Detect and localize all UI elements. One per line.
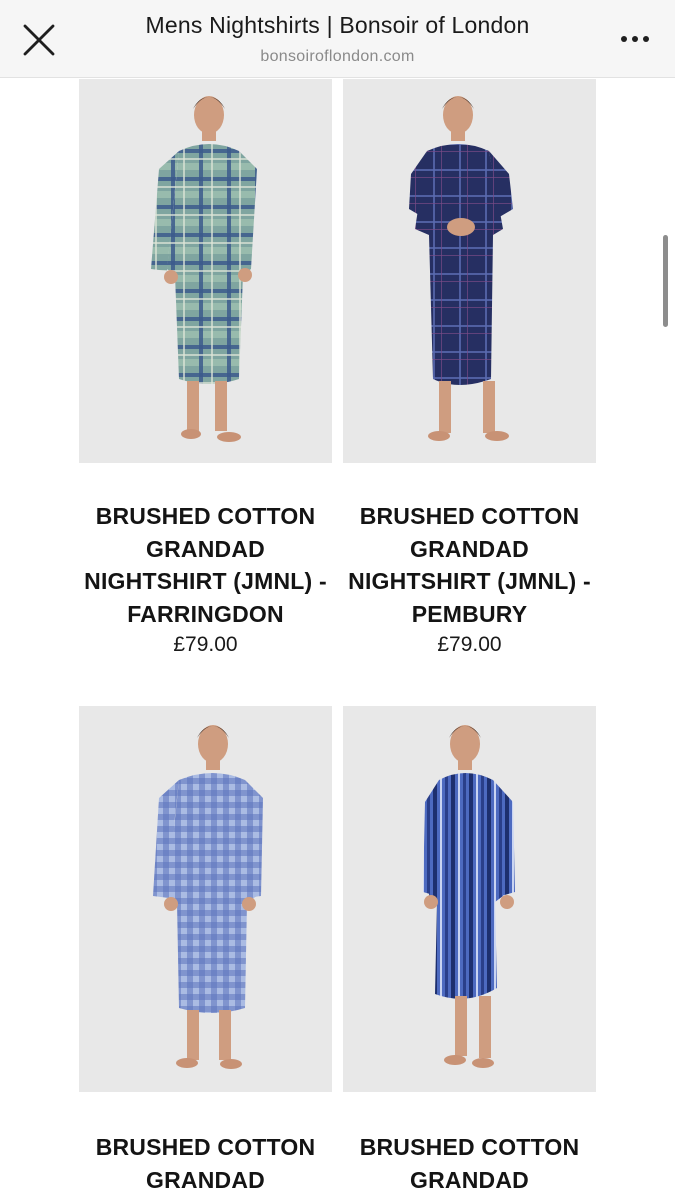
page-title: Mens Nightshirts | Bonsoir of London xyxy=(145,12,530,38)
product-price: £79.00 xyxy=(173,633,238,656)
product-image[interactable] xyxy=(79,79,332,463)
product-title[interactable]: BRUSHED COTTON GRANDAD NIGHTSHIRT (JMNL)… xyxy=(337,500,602,630)
product-title[interactable]: BRUSHED COTTON GRANDAD xyxy=(337,1131,602,1196)
scrollbar[interactable] xyxy=(663,235,668,327)
page-url: bonsoiroflondon.com xyxy=(260,48,415,65)
product-title[interactable]: BRUSHED COTTON GRANDAD xyxy=(73,1131,338,1196)
browser-header: Mens Nightshirts | Bonsoir of London bon… xyxy=(0,0,675,78)
product-price: £79.00 xyxy=(437,633,502,656)
product-image[interactable] xyxy=(343,79,596,463)
product-title[interactable]: BRUSHED COTTON GRANDAD NIGHTSHIRT (JMNL)… xyxy=(73,500,338,630)
product-image[interactable] xyxy=(343,706,596,1092)
more-button[interactable] xyxy=(617,28,653,50)
more-icon xyxy=(621,36,649,42)
product-image[interactable] xyxy=(79,706,332,1092)
